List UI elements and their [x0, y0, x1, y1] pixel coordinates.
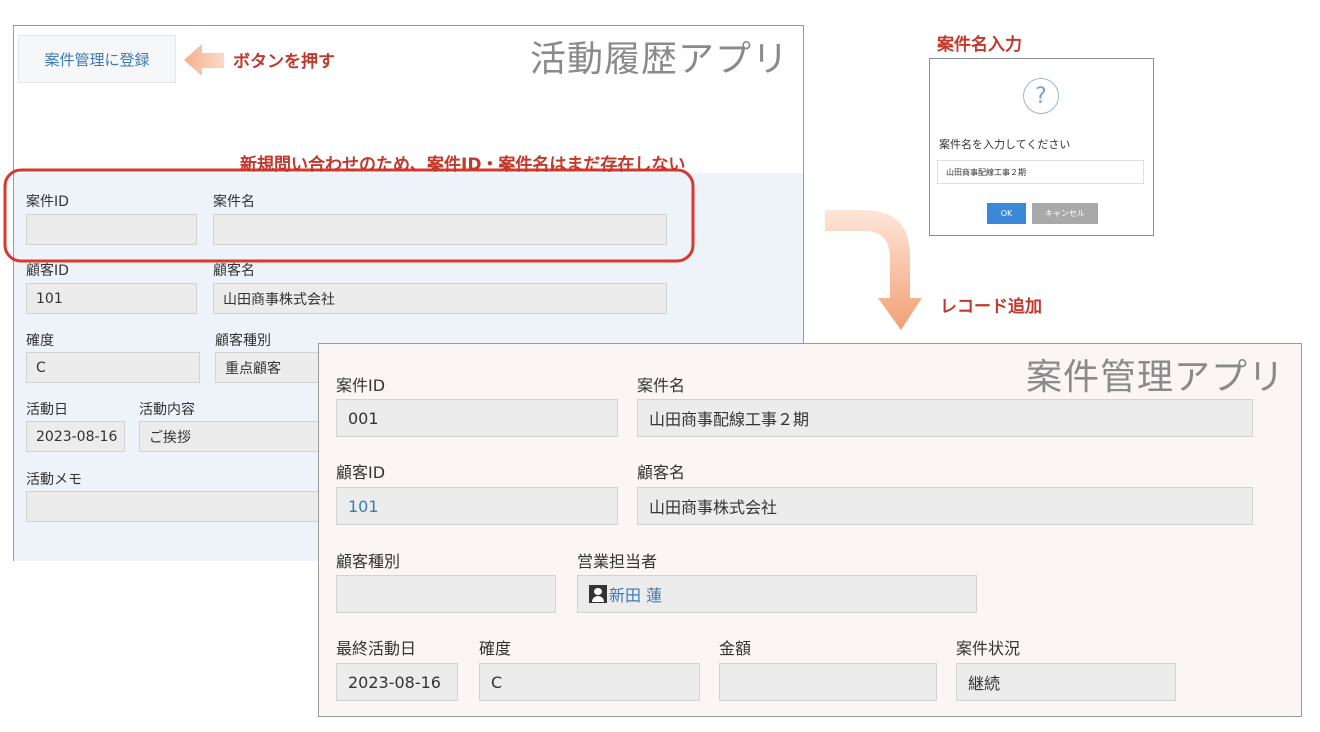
customer-type-label: 顧客種別: [336, 552, 401, 571]
project-id-label: 案件ID: [336, 376, 386, 395]
status-label: 案件状況: [956, 639, 1021, 658]
certainty-field[interactable]: C: [479, 663, 700, 701]
project-name-label: 案件名: [637, 376, 686, 395]
customer-name-label: 顧客名: [637, 463, 686, 482]
dialog-project-name-input[interactable]: 山田商事配線工事２期: [937, 160, 1144, 184]
curved-arrow-down-icon: [825, 210, 922, 330]
arrow-left-icon: [184, 44, 224, 76]
ok-button[interactable]: OK: [987, 203, 1026, 224]
status-field[interactable]: 継続: [956, 663, 1176, 701]
new-inquiry-note: 新規問い合わせのため、案件ID・案件名はまだ存在しない: [240, 155, 686, 175]
last-activity-label: 最終活動日: [336, 639, 417, 658]
add-record-note: レコード追加: [940, 297, 1042, 317]
sales-rep-field[interactable]: 新田 蓮: [577, 575, 977, 613]
certainty-label: 確度: [479, 639, 512, 658]
project-name-field[interactable]: 山田商事配線工事２期: [637, 399, 1253, 437]
amount-label: 金額: [719, 639, 752, 658]
cancel-button[interactable]: キャンセル: [1032, 203, 1098, 224]
last-activity-field[interactable]: 2023-08-16: [336, 663, 458, 701]
customer-type-field[interactable]: [336, 575, 556, 613]
press-button-note: ボタンを押す: [233, 52, 335, 72]
project-id-field[interactable]: 001: [336, 399, 618, 437]
customer-name-field[interactable]: 山田商事株式会社: [637, 487, 1253, 525]
user-icon: [589, 585, 607, 603]
customer-id-link[interactable]: 101: [336, 487, 618, 525]
input-project-name-note: 案件名入力: [937, 35, 1022, 55]
customer-id-label: 顧客ID: [336, 463, 386, 482]
project-name-dialog: ? 案件名を入力してください 山田商事配線工事２期 OK キャンセル: [929, 58, 1154, 236]
sales-rep-label: 営業担当者: [577, 552, 658, 571]
project-app-title: 案件管理アプリ: [1025, 357, 1285, 398]
question-icon: ?: [1023, 78, 1059, 114]
amount-field[interactable]: [719, 663, 937, 701]
project-management-app-panel: 案件管理アプリ 案件ID 001 案件名 山田商事配線工事２期 顧客ID 101…: [318, 343, 1302, 717]
dialog-prompt: 案件名を入力してください: [939, 138, 1071, 151]
sales-rep-link[interactable]: 新田 蓮: [609, 582, 662, 606]
